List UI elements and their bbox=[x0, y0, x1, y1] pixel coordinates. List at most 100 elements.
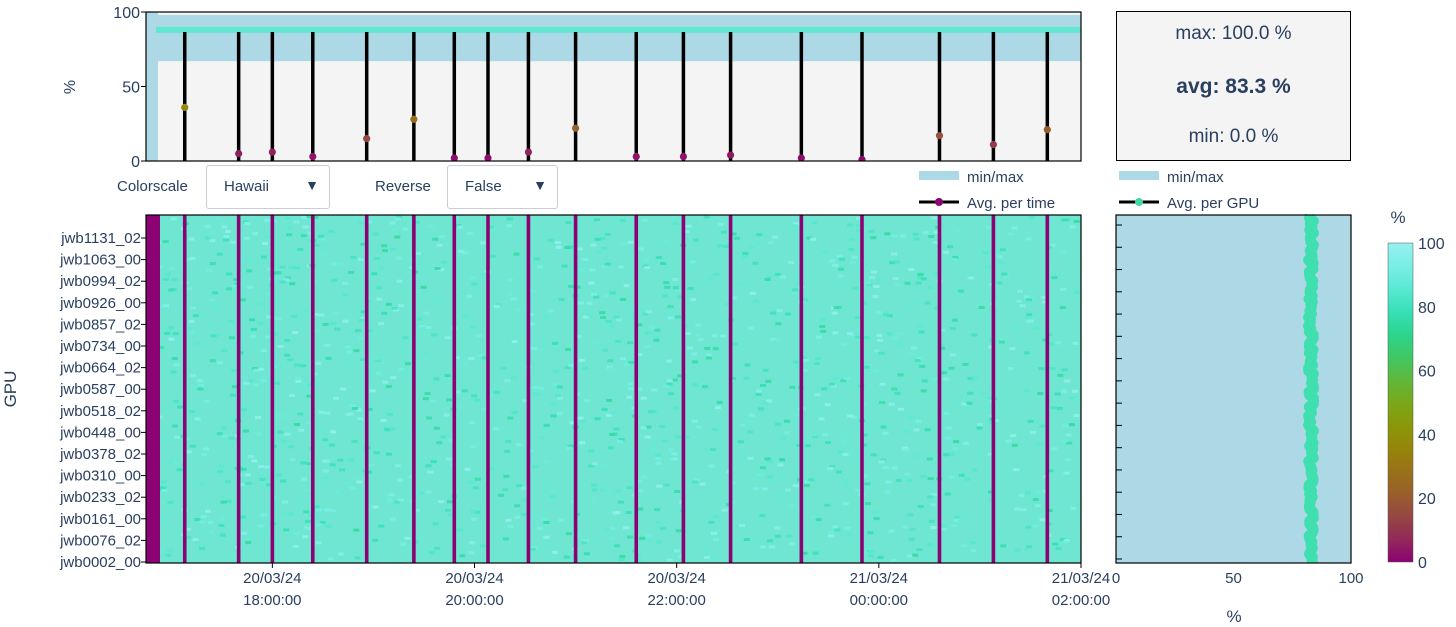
heatmap-cell bbox=[948, 366, 955, 370]
heatmap-cell bbox=[711, 334, 718, 338]
heatmap-cell bbox=[446, 398, 453, 402]
heatmap-cell bbox=[739, 423, 746, 427]
heatmap-cell bbox=[223, 238, 229, 242]
drop-point bbox=[410, 115, 418, 123]
heatmap-cell bbox=[378, 353, 385, 357]
heatmap-cell bbox=[390, 517, 396, 521]
heatmap-cell bbox=[844, 377, 851, 380]
heatmap-cell bbox=[767, 539, 773, 543]
heatmap-cell bbox=[520, 486, 527, 490]
heatmap-cell bbox=[373, 357, 380, 361]
heatmap-cell bbox=[577, 416, 584, 420]
heatmap-cell bbox=[297, 498, 303, 502]
heatmap-x-tick-time: 18:00:00 bbox=[243, 592, 301, 609]
heatmap-cell bbox=[944, 436, 951, 440]
heatmap-cell bbox=[433, 377, 440, 381]
heatmap-cell bbox=[432, 522, 439, 526]
heatmap-cell bbox=[327, 557, 334, 561]
heatmap-cell bbox=[277, 345, 284, 348]
heatmap-cell bbox=[256, 432, 263, 436]
heatmap-cell bbox=[848, 450, 855, 454]
heatmap-cell bbox=[1060, 287, 1067, 291]
heatmap-cell bbox=[920, 475, 927, 478]
heatmap-cell bbox=[390, 376, 397, 380]
heatmap-cell bbox=[221, 349, 228, 352]
heatmap-cell bbox=[940, 524, 947, 528]
heatmap-cell bbox=[673, 549, 680, 553]
heatmap-cell bbox=[221, 426, 227, 430]
heatmap-cell bbox=[167, 500, 174, 504]
colorscale-dropdown[interactable]: Hawaii ▼ bbox=[206, 165, 330, 209]
heatmap-cell bbox=[304, 519, 311, 523]
drop-point bbox=[1043, 126, 1051, 134]
heatmap-cell bbox=[507, 416, 514, 420]
heatmap-cell bbox=[380, 418, 387, 422]
heatmap-cell bbox=[530, 547, 536, 551]
heatmap-cell bbox=[827, 534, 834, 538]
heatmap-cell bbox=[372, 505, 379, 509]
heatmap-cell bbox=[415, 428, 422, 432]
heatmap-cell bbox=[511, 340, 518, 344]
heatmap-idle-column bbox=[937, 215, 942, 563]
heatmap-cell bbox=[618, 265, 624, 269]
heatmap-cell bbox=[315, 361, 322, 365]
heatmap-cell bbox=[966, 401, 973, 405]
heatmap-cell bbox=[322, 322, 329, 326]
heatmap-cell bbox=[208, 230, 215, 234]
colorbar-tick-label: 40 bbox=[1418, 427, 1436, 444]
heatmap-cell bbox=[687, 346, 694, 350]
triangle-down-icon: ▼ bbox=[533, 177, 547, 193]
heatmap-cell bbox=[903, 430, 910, 433]
heatmap-cell bbox=[168, 337, 175, 341]
heatmap-cell bbox=[824, 403, 831, 407]
gpu-x-tick-label: 0 bbox=[1112, 570, 1120, 587]
heatmap-cell bbox=[811, 433, 817, 437]
heatmap-cell bbox=[245, 257, 252, 261]
heatmap-cell bbox=[1007, 232, 1014, 236]
heatmap-cell bbox=[843, 484, 850, 488]
heatmap-cell bbox=[389, 247, 396, 251]
heatmap-cell bbox=[931, 216, 938, 220]
heatmap-cell bbox=[775, 322, 782, 326]
heatmap-cell bbox=[397, 498, 404, 502]
heatmap-cell bbox=[536, 527, 543, 530]
heatmap-cell bbox=[1010, 434, 1017, 438]
heatmap-cell bbox=[204, 236, 211, 240]
heatmap-cell bbox=[240, 515, 247, 519]
heatmap-cell bbox=[749, 245, 755, 249]
heatmap-cell bbox=[164, 331, 171, 335]
heatmap-cell bbox=[1034, 504, 1041, 508]
heatmap-cell bbox=[617, 500, 624, 504]
heatmap-cell bbox=[972, 376, 979, 380]
heatmap-cell bbox=[289, 394, 296, 398]
heatmap-cell bbox=[404, 536, 411, 540]
heatmap-cell bbox=[664, 285, 671, 289]
heatmap-cell bbox=[456, 225, 463, 229]
heatmap-cell bbox=[378, 524, 385, 528]
heatmap-cell bbox=[1069, 225, 1076, 229]
legend-time-avg-marker bbox=[935, 198, 943, 206]
heatmap-cell bbox=[353, 528, 360, 532]
heatmap-cell bbox=[1068, 396, 1075, 400]
heatmap-cell bbox=[759, 514, 766, 518]
heatmap-cell bbox=[655, 453, 662, 457]
heatmap-cell bbox=[918, 330, 925, 334]
heatmap-cell bbox=[779, 275, 786, 279]
heatmap-cell bbox=[402, 336, 409, 340]
heatmap-cell bbox=[672, 457, 679, 461]
heatmap-cell bbox=[742, 255, 748, 259]
heatmap-cell bbox=[532, 465, 539, 469]
heatmap-cell bbox=[425, 326, 432, 329]
heatmap-cell bbox=[756, 241, 763, 245]
reverse-dropdown[interactable]: False ▼ bbox=[447, 165, 558, 209]
heatmap-cell bbox=[274, 381, 281, 385]
heatmap-cell bbox=[294, 531, 300, 535]
heatmap-cell bbox=[285, 217, 292, 220]
heatmap-cell bbox=[1016, 299, 1023, 303]
heatmap-cell bbox=[204, 225, 211, 228]
heatmap-cell bbox=[328, 443, 335, 447]
heatmap-cell bbox=[468, 480, 475, 484]
heatmap-cell bbox=[1009, 347, 1016, 351]
heatmap-cell bbox=[479, 544, 486, 548]
heatmap-cell bbox=[651, 388, 658, 392]
